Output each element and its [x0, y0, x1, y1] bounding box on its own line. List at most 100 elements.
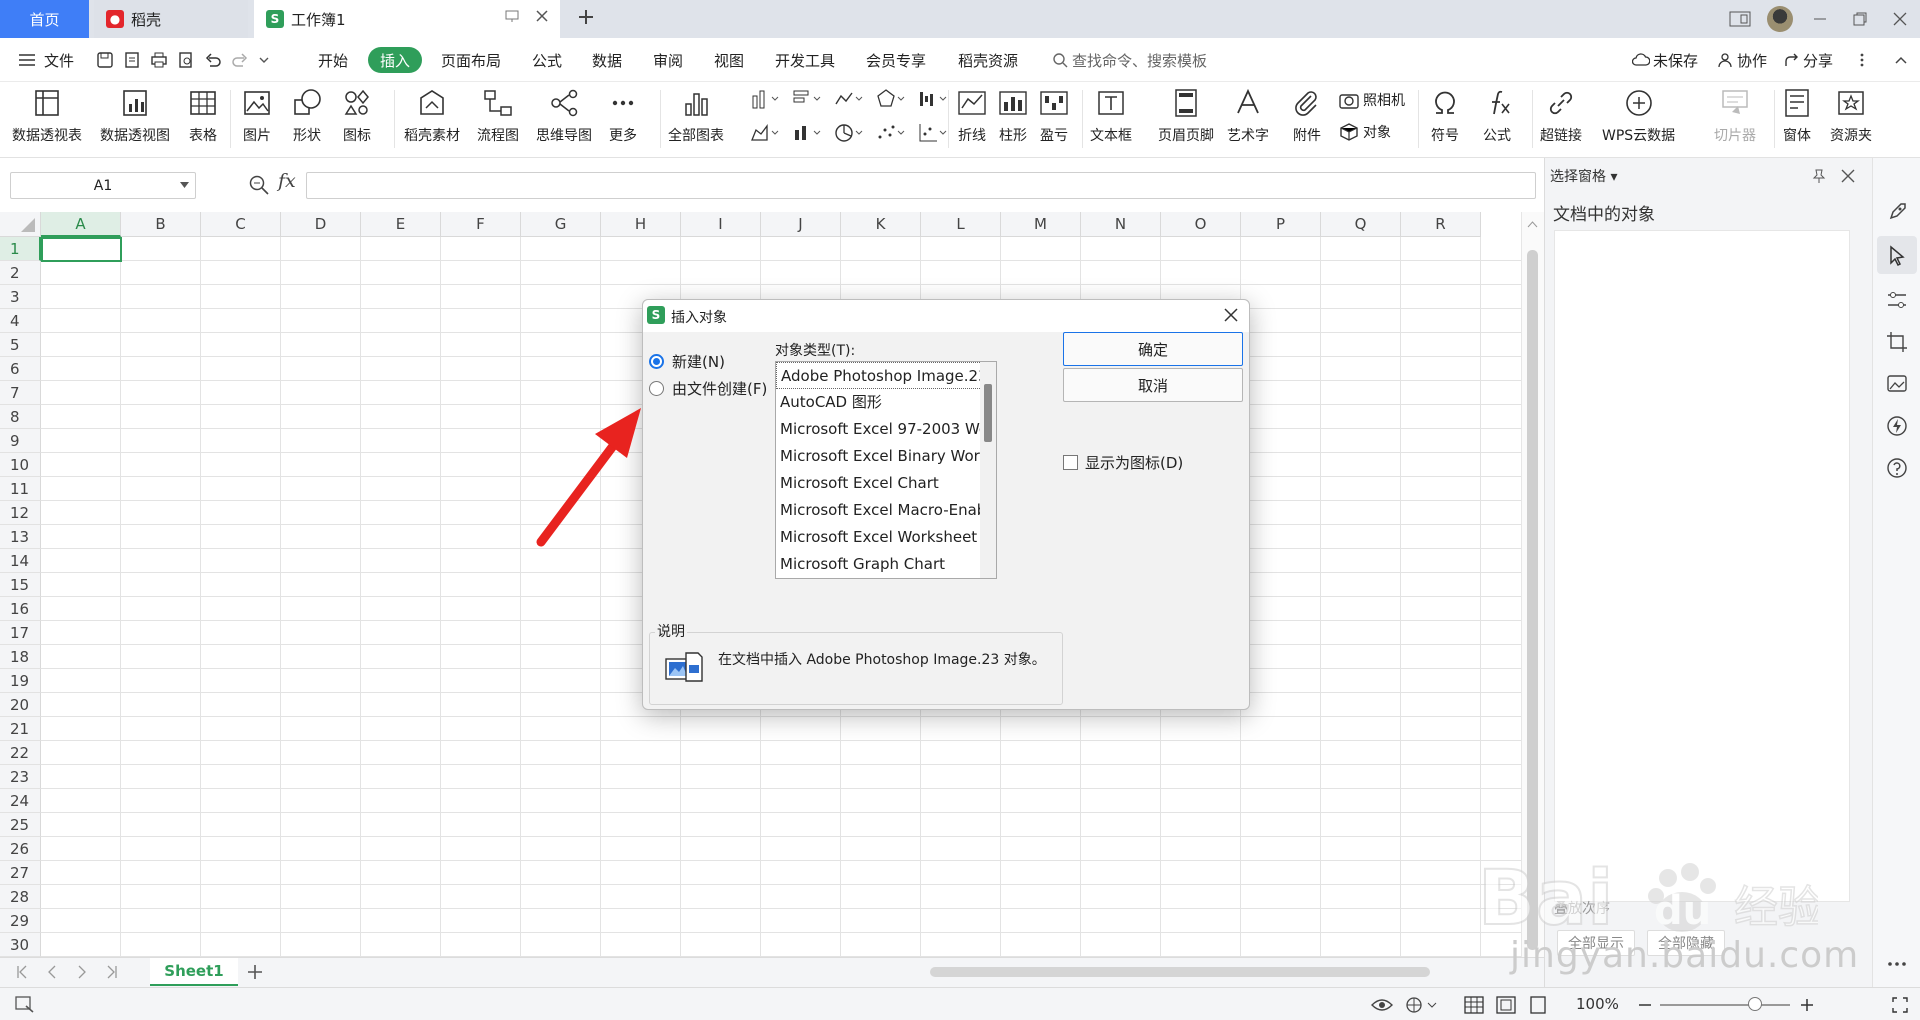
row-header[interactable]: 21: [0, 717, 41, 741]
menu-data[interactable]: 数据: [592, 38, 622, 82]
row-header[interactable]: 20: [0, 693, 41, 717]
column-header[interactable]: G: [521, 212, 601, 237]
object-type-item[interactable]: Microsoft Graph Chart: [776, 551, 982, 578]
minimize-icon[interactable]: [1800, 0, 1840, 38]
redo-icon[interactable]: [231, 51, 249, 69]
column-header[interactable]: R: [1401, 212, 1481, 237]
bar-chart-icon[interactable]: [792, 88, 822, 110]
menu-start[interactable]: 开始: [318, 38, 348, 82]
row-header[interactable]: 28: [0, 885, 41, 909]
object-list-scrollbar[interactable]: [980, 362, 996, 578]
object-type-list[interactable]: Adobe Photoshop Image.23 AutoCAD 图形 Micr…: [775, 361, 997, 579]
object-list[interactable]: [1554, 230, 1850, 902]
object-type-item[interactable]: Adobe Photoshop Image.23: [776, 362, 982, 389]
prev-sheet-icon[interactable]: [46, 964, 58, 980]
avatar[interactable]: [1760, 0, 1800, 38]
share-button[interactable]: 分享: [1784, 38, 1833, 82]
row-header[interactable]: 9: [0, 429, 41, 453]
menu-review[interactable]: 审阅: [653, 38, 683, 82]
last-sheet-icon[interactable]: [106, 964, 118, 980]
mindmap-button[interactable]: 思维导图: [536, 82, 592, 158]
column-header[interactable]: P: [1241, 212, 1321, 237]
collaborate-button[interactable]: 协作: [1718, 38, 1767, 82]
horizontal-scroll-thumb[interactable]: [930, 967, 1430, 977]
tab-daoke[interactable]: ● 稻壳: [94, 0, 248, 38]
wps-clouddata-button[interactable]: WPS云数据: [1602, 82, 1675, 158]
menu-member[interactable]: 会员专享: [866, 38, 926, 82]
textbox-button[interactable]: 文本框: [1090, 82, 1132, 158]
scatter-chart-icon[interactable]: [876, 122, 906, 144]
column-header[interactable]: K: [841, 212, 921, 237]
zoom-in-icon[interactable]: [1800, 998, 1814, 1012]
shape-button[interactable]: 形状: [290, 82, 324, 158]
column-header[interactable]: I: [681, 212, 761, 237]
radio-create-new[interactable]: 新建(N): [649, 351, 725, 372]
waterfall-chart-icon[interactable]: [918, 88, 948, 110]
column-header[interactable]: O: [1161, 212, 1241, 237]
selection-pane-title[interactable]: 选择窗格 ▾: [1550, 166, 1617, 186]
tab-workbook[interactable]: S 工作簿1: [254, 0, 560, 38]
export-pdf-icon[interactable]: [123, 51, 141, 69]
crop-transform-icon[interactable]: [1885, 330, 1909, 354]
form-button[interactable]: 窗体: [1780, 82, 1814, 158]
sparkline-winloss-button[interactable]: 盈亏: [1037, 82, 1071, 158]
pivot-chart-button[interactable]: 数据透视图: [100, 82, 170, 158]
column-header[interactable]: M: [1001, 212, 1081, 237]
row-header[interactable]: 18: [0, 645, 41, 669]
daoke-material-button[interactable]: 稻壳素材: [404, 82, 460, 158]
ok-button[interactable]: 确定: [1063, 332, 1243, 366]
print-preview-icon[interactable]: [177, 51, 195, 69]
row-header[interactable]: 19: [0, 669, 41, 693]
more-button[interactable]: 更多: [606, 82, 640, 158]
icon-library-button[interactable]: 图标: [340, 82, 374, 158]
camera-button[interactable]: 照相机: [1338, 90, 1405, 110]
column-header[interactable]: A: [41, 212, 121, 237]
pin-pane-icon[interactable]: [1811, 168, 1827, 184]
column-header[interactable]: E: [361, 212, 441, 237]
column-chart-icon[interactable]: [750, 88, 780, 110]
lightning-icon[interactable]: [1885, 414, 1909, 438]
command-search[interactable]: 查找命令、搜索模板: [1052, 38, 1207, 82]
row-header[interactable]: 16: [0, 597, 41, 621]
zoom-out-icon[interactable]: [1638, 998, 1652, 1012]
object-button[interactable]: 对象: [1338, 122, 1391, 142]
macro-record-icon[interactable]: [14, 994, 36, 1014]
row-header[interactable]: 13: [0, 525, 41, 549]
zoom-formula-icon[interactable]: [248, 174, 270, 196]
wordart-button[interactable]: 艺术字: [1227, 82, 1269, 158]
property-sliders-icon[interactable]: [1885, 288, 1909, 312]
row-header[interactable]: 26: [0, 837, 41, 861]
row-header[interactable]: 3: [0, 285, 41, 309]
equation-button[interactable]: 公式: [1480, 82, 1514, 158]
column-header[interactable]: D: [281, 212, 361, 237]
row-header[interactable]: 14: [0, 549, 41, 573]
hyperlink-button[interactable]: 超链接: [1540, 82, 1582, 158]
symbol-button[interactable]: 符号: [1428, 82, 1462, 158]
column-header[interactable]: Q: [1321, 212, 1401, 237]
stock-chart-icon[interactable]: [792, 122, 822, 144]
print-icon[interactable]: [150, 51, 168, 69]
save-icon[interactable]: [96, 51, 114, 69]
area-chart-icon[interactable]: [750, 122, 780, 144]
pin-window-icon[interactable]: [504, 8, 520, 24]
chevron-down-icon[interactable]: [258, 54, 270, 66]
close-window-icon[interactable]: [1880, 0, 1920, 38]
workspace-switch-icon[interactable]: [1720, 0, 1760, 38]
attachment-button[interactable]: 附件: [1290, 82, 1324, 158]
active-cell-a1[interactable]: [41, 237, 122, 262]
insert-function-button[interactable]: fx: [278, 170, 296, 192]
object-type-item[interactable]: Microsoft Excel Macro-Enabled ...: [776, 497, 982, 524]
add-sheet-icon[interactable]: [246, 963, 264, 981]
zoom-slider-handle[interactable]: [1748, 997, 1762, 1011]
object-list-scroll-thumb[interactable]: [984, 384, 992, 442]
menu-insert[interactable]: 插入: [368, 47, 423, 73]
normal-view-icon[interactable]: [1464, 996, 1484, 1014]
sparkline-column-button[interactable]: 柱形: [996, 82, 1030, 158]
page-break-view-icon[interactable]: [1528, 996, 1548, 1014]
close-pane-icon[interactable]: [1841, 169, 1855, 183]
close-dialog-icon[interactable]: [1223, 307, 1239, 323]
cancel-button[interactable]: 取消: [1063, 368, 1243, 402]
flowchart-button[interactable]: 流程图: [477, 82, 519, 158]
all-charts-button[interactable]: 全部图表: [668, 82, 724, 158]
menu-daoke-resources[interactable]: 稻壳资源: [958, 38, 1018, 82]
